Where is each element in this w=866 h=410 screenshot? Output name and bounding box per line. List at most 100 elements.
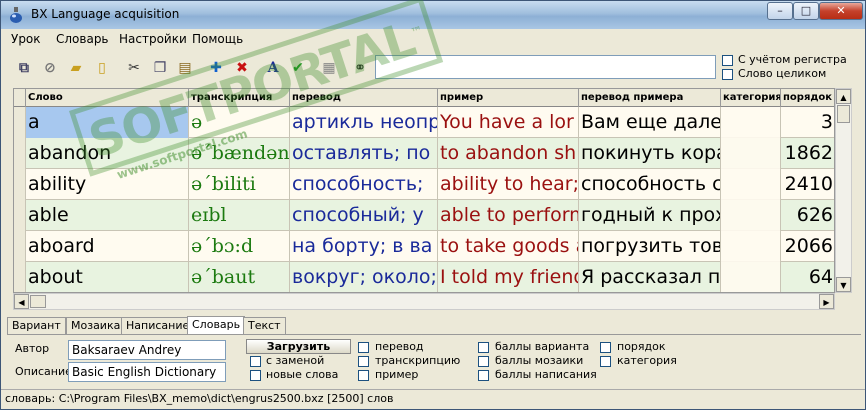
- main-window: BX Language acquisition – □ ✕ Урок Слова…: [0, 0, 866, 410]
- cell-example[interactable]: to abandon shi: [438, 138, 579, 169]
- row-indicator[interactable]: [14, 231, 26, 262]
- author-field[interactable]: Baksaraev Andrey: [68, 340, 226, 360]
- category-field-label: категория: [617, 354, 677, 367]
- cell-translation[interactable]: способный; у: [290, 200, 438, 231]
- row-indicator[interactable]: [14, 138, 26, 169]
- row-indicator[interactable]: [14, 107, 26, 138]
- description-field[interactable]: Basic English Dictionary: [68, 362, 226, 382]
- menu-settings[interactable]: Настройки: [119, 32, 187, 46]
- cell-category[interactable]: [721, 107, 781, 138]
- cell-translation[interactable]: оставлять; по: [290, 138, 438, 169]
- cell-transcription[interactable]: ə´bɔ:d: [189, 231, 290, 262]
- cell-example-translation[interactable]: Я рассказал п: [579, 262, 721, 292]
- replace-checkbox[interactable]: [250, 356, 261, 367]
- transcription-field-checkbox[interactable]: [358, 356, 369, 367]
- cell-translation[interactable]: на борту; в ва: [290, 231, 438, 262]
- table-row[interactable]: able eɪbl способный; у able to perform годны…: [14, 200, 834, 231]
- cut-icon[interactable]: ✂: [125, 59, 143, 77]
- variant-score-checkbox[interactable]: [478, 342, 489, 353]
- header-order[interactable]: порядок: [781, 89, 834, 107]
- window-title: BX Language acquisition: [31, 7, 180, 21]
- cell-example[interactable]: You have a lor: [438, 107, 579, 138]
- menu-lesson[interactable]: Урок: [11, 32, 41, 46]
- cell-transcription[interactable]: ə´baut: [189, 262, 290, 292]
- load-button[interactable]: Загрузить: [246, 339, 351, 354]
- copy-all-icon[interactable]: ⧉: [15, 59, 33, 77]
- mosaic-score-label: баллы мозаики: [495, 354, 584, 367]
- cell-category[interactable]: [721, 169, 781, 200]
- tab-mosaic[interactable]: Мозаика: [66, 317, 126, 334]
- new-words-checkbox[interactable]: [250, 370, 261, 381]
- header-example-translation[interactable]: перевод примера: [579, 89, 721, 107]
- grid-vertical-scrollbar[interactable]: ▲ ▼: [835, 88, 852, 293]
- cell-example-translation[interactable]: годный к прохо: [579, 200, 721, 231]
- cell-example[interactable]: ability to hear;: [438, 169, 579, 200]
- translation-field-checkbox[interactable]: [358, 342, 369, 353]
- tab-text[interactable]: Текст: [243, 317, 286, 334]
- table-row[interactable]: about ə´baut вокруг; около; I told my frien…: [14, 262, 834, 292]
- copy-icon[interactable]: ❐: [151, 59, 169, 77]
- cell-example[interactable]: able to perform: [438, 200, 579, 231]
- cell-order[interactable]: 1862: [781, 138, 834, 169]
- cell-word[interactable]: aboard: [26, 231, 189, 262]
- horizontal-scroll-thumb[interactable]: [30, 295, 46, 308]
- cell-word[interactable]: about: [26, 262, 189, 292]
- whole-word-checkbox[interactable]: [722, 69, 733, 80]
- header-indicator: [14, 89, 26, 107]
- cell-transcription[interactable]: ə´biliti: [189, 169, 290, 200]
- writing-score-label: баллы написания: [495, 368, 597, 381]
- case-sensitive-checkbox[interactable]: [722, 55, 733, 66]
- example-field-label: пример: [375, 368, 419, 381]
- cell-transcription[interactable]: eɪbl: [189, 200, 290, 231]
- category-field-checkbox[interactable]: [600, 356, 611, 367]
- cell-order[interactable]: 626: [781, 200, 834, 231]
- cell-translation[interactable]: вокруг; около;: [290, 262, 438, 292]
- cell-example[interactable]: I told my friend: [438, 262, 579, 292]
- scroll-down-icon[interactable]: ▼: [836, 277, 851, 292]
- mosaic-score-checkbox[interactable]: [478, 356, 489, 367]
- vertical-scroll-thumb[interactable]: [837, 105, 850, 123]
- minimize-button[interactable]: –: [767, 2, 793, 20]
- title-bar[interactable]: BX Language acquisition – □ ✕: [1, 1, 865, 29]
- table-row[interactable]: aboard ə´bɔ:d на борту; в ва to take goods …: [14, 231, 834, 262]
- open-folder-icon[interactable]: ▰: [67, 59, 85, 77]
- new-file-icon[interactable]: ▯: [93, 59, 111, 77]
- status-bar: словарь: C:\Program Files\BX_memo\dict\e…: [1, 389, 865, 409]
- row-indicator[interactable]: [14, 200, 26, 231]
- writing-score-checkbox[interactable]: [478, 370, 489, 381]
- example-field-checkbox[interactable]: [358, 370, 369, 381]
- menu-help[interactable]: Помощь: [192, 32, 243, 46]
- translation-field-label: перевод: [375, 340, 424, 353]
- tab-writing[interactable]: Написание: [121, 317, 195, 334]
- cancel-icon[interactable]: ⊘: [41, 59, 59, 77]
- cell-category[interactable]: [721, 262, 781, 292]
- cell-order[interactable]: 2066: [781, 231, 834, 262]
- order-field-checkbox[interactable]: [600, 342, 611, 353]
- cell-example-translation[interactable]: погрузить това: [579, 231, 721, 262]
- cell-category[interactable]: [721, 138, 781, 169]
- row-indicator[interactable]: [14, 262, 26, 292]
- cell-order[interactable]: 2410: [781, 169, 834, 200]
- maximize-button[interactable]: □: [793, 2, 819, 20]
- cell-example-translation[interactable]: способность с: [579, 169, 721, 200]
- cell-translation[interactable]: способность;: [290, 169, 438, 200]
- cell-category[interactable]: [721, 200, 781, 231]
- tab-dictionary[interactable]: Словарь: [187, 316, 246, 334]
- cell-example-translation[interactable]: покинуть кора: [579, 138, 721, 169]
- header-category[interactable]: категория: [721, 89, 781, 107]
- scroll-left-icon[interactable]: ◀: [14, 294, 29, 309]
- tab-variant[interactable]: Вариант: [7, 317, 66, 334]
- cell-order[interactable]: 3: [781, 107, 834, 138]
- menu-dictionary[interactable]: Словарь: [56, 32, 109, 46]
- header-example[interactable]: пример: [438, 89, 579, 107]
- cell-example-translation[interactable]: Вам еще дале: [579, 107, 721, 138]
- close-button[interactable]: ✕: [819, 2, 863, 20]
- grid-horizontal-scrollbar[interactable]: ◀ ▶: [13, 293, 835, 310]
- cell-category[interactable]: [721, 231, 781, 262]
- cell-example[interactable]: to take goods a: [438, 231, 579, 262]
- scroll-up-icon[interactable]: ▲: [836, 89, 851, 104]
- cell-word[interactable]: able: [26, 200, 189, 231]
- scroll-right-icon[interactable]: ▶: [819, 294, 834, 309]
- row-indicator[interactable]: [14, 169, 26, 200]
- cell-order[interactable]: 64: [781, 262, 834, 292]
